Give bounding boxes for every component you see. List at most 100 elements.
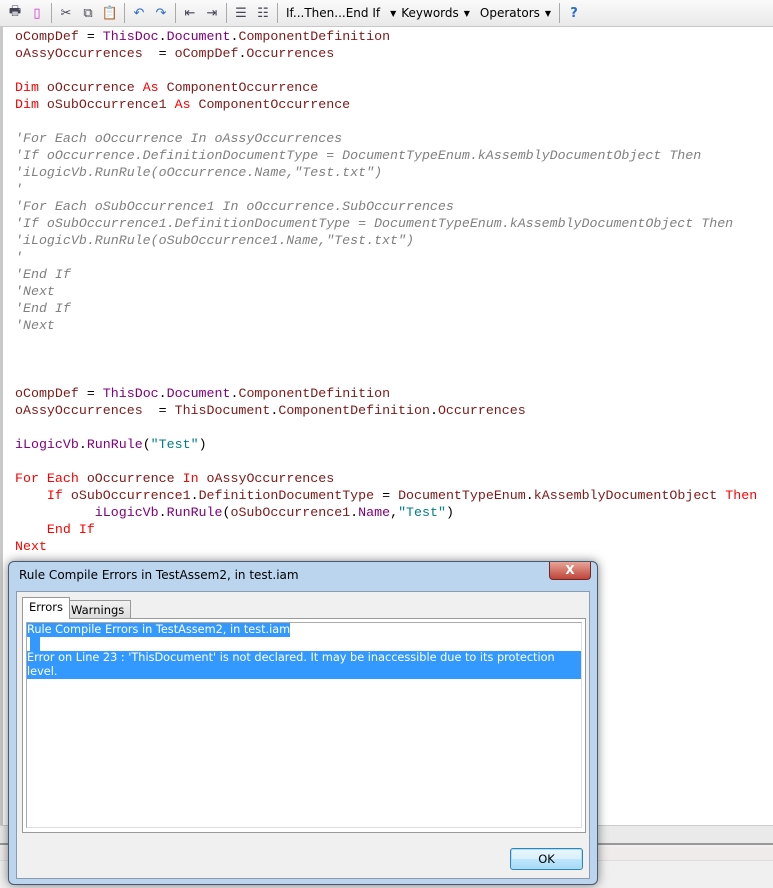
cut-icon[interactable]: ✂ [55,3,77,23]
comment-icon[interactable]: ☰ [230,3,252,23]
errors-panel: Rule Compile Errors in TestAssem2, in te… [22,618,586,833]
code-line[interactable]: 'End If [15,300,757,317]
code-text[interactable]: oCompDef = ThisDoc. Document. ComponentDef… [15,28,757,555]
print-icon[interactable]: 🖶 [4,3,26,23]
code-token: If [46,488,71,503]
toolbar-separator [175,3,176,23]
code-token: , [390,505,399,520]
code-line[interactable]: Dim oOccurrence As ComponentOccurrence [15,79,757,96]
code-line[interactable]: For Each oOccurrence In oAssyOccurrences [15,470,757,487]
tab-warnings[interactable]: Warnings [64,600,132,618]
code-token: Dim [15,80,47,95]
code-token: 'End If [15,267,71,282]
code-token: ComponentDefinition [238,29,391,44]
code-line[interactable] [15,351,757,368]
code-token: ' [15,182,23,197]
code-token: In [182,471,207,486]
code-line[interactable]: 'iLogicVb.RunRule(oOccurrence.Name,"Test… [15,164,757,181]
code-line[interactable]: oAssyOccurrences = ThisDocument.Componen… [15,402,757,419]
code-line[interactable] [15,419,757,436]
ok-button[interactable]: OK [510,848,583,870]
paste-icon[interactable]: 📋 [99,3,121,23]
code-line[interactable] [15,113,757,130]
code-line[interactable]: oCompDef = ThisDoc.Document.ComponentDef… [15,385,757,402]
code-line[interactable]: 'End If [15,266,757,283]
code-token: . [158,386,167,401]
code-token: . [190,488,199,503]
code-line[interactable]: iLogicVb.RunRule(oSubOccurrence1.Name,"T… [15,504,757,521]
indent-icon[interactable]: ⇥ [201,3,223,23]
code-line[interactable]: 'For Each oOccurrence In oAssyOccurrence… [15,130,757,147]
code-token: ComponentOccurrence [198,97,351,112]
code-token: = [142,46,175,61]
code-token: ThisDoc [102,386,159,401]
code-token: End If [46,522,95,537]
if-then-button[interactable]: If...Then...End If [281,3,385,23]
keywords-dropdown[interactable]: ▼ Keywords ▼ [385,3,475,23]
code-line[interactable]: If oSubOccurrence1.DefinitionDocumentTyp… [15,487,757,504]
operators-dropdown[interactable]: Operators ▼ [475,3,556,23]
copy-icon[interactable]: ⧉ [77,3,99,23]
undo-icon[interactable]: ↶ [128,3,150,23]
error-message[interactable]: Rule Compile Errors in TestAssem2, in te… [27,623,291,637]
code-line[interactable]: oAssyOccurrences = oCompDef.Occurrences [15,45,757,62]
code-token: As [174,97,199,112]
error-message[interactable]: Error on Line 23 : 'ThisDocument' is not… [27,651,581,679]
code-token: DefinitionDocumentType [198,488,375,503]
code-line[interactable]: iLogicVb.RunRule("Test") [15,436,757,453]
code-line[interactable] [15,62,757,79]
code-token: 'Next [15,284,55,299]
code-line[interactable]: oCompDef = ThisDoc.Document.ComponentDef… [15,28,757,45]
code-line[interactable]: 'iLogicVb.RunRule(oSubOccurrence1.Name,"… [15,232,757,249]
code-line[interactable]: ' [15,249,757,266]
code-line[interactable]: Dim oSubOccurrence1 As ComponentOccurren… [15,96,757,113]
code-token: Occurrences [246,46,335,61]
code-line[interactable]: End If [15,521,757,538]
code-token: 'Next [15,318,55,333]
code-token: ComponentDefinition [278,403,430,418]
toolbar: 🖶 ▯ ✂ ⧉ 📋 ↶ ↷ ⇤ ⇥ ☰ ☷ If...Then...End If… [0,0,773,27]
code-line[interactable]: ' [15,181,757,198]
code-token: = [78,386,103,401]
code-line[interactable] [15,334,757,351]
uncomment-icon[interactable]: ☷ [252,3,274,23]
code-line[interactable]: 'Next [15,317,757,334]
dialog-body: Errors Warnings Rule Compile Errors in T… [16,591,590,879]
code-token: Document [166,29,231,44]
code-line[interactable]: 'If oOccurrence.DefinitionDocumentType =… [15,147,757,164]
code-token: 'If oOccurrence.DefinitionDocumentType =… [15,148,702,163]
toolbar-separator [226,3,227,23]
code-token: oCompDef [15,386,79,401]
code-token: 'iLogicVb.RunRule(oOccurrence.Name,"Test… [15,165,383,180]
help-icon[interactable]: ? [563,3,585,23]
close-button[interactable]: X [549,562,591,580]
code-token: ' [15,250,23,265]
toolbar-separator [277,3,278,23]
error-message-blank[interactable] [30,637,40,651]
code-token: oCompDef [15,29,79,44]
code-token: oAssyOccurrences [15,46,143,61]
error-list[interactable]: Rule Compile Errors in TestAssem2, in te… [26,622,582,828]
code-token: = [142,403,175,418]
dropdown-arrow-icon: ▼ [463,8,470,18]
code-line[interactable]: Next [15,538,757,555]
compile-errors-dialog: Rule Compile Errors in TestAssem2, in te… [8,561,598,885]
code-token: oOccurrence [46,80,143,95]
code-token: oSubOccurrence1 [46,97,175,112]
keywords-label: Keywords [401,6,459,20]
toolbar-separator [559,3,561,23]
code-token: ( [142,437,151,452]
print-preview-icon[interactable]: ▯ [26,3,48,23]
code-line[interactable]: 'Next [15,283,757,300]
code-line[interactable] [15,368,757,385]
code-token: Then [725,488,758,503]
code-line[interactable]: 'If oSubOccurrence1.DefinitionDocumentTy… [15,215,757,232]
code-token: ThisDocument [174,403,271,418]
redo-icon[interactable]: ↷ [150,3,172,23]
code-line[interactable]: 'For Each oSubOccurrence1 In oOccurrence… [15,198,757,215]
outdent-icon[interactable]: ⇤ [179,3,201,23]
code-line[interactable] [15,453,757,470]
tab-errors[interactable]: Errors [22,597,71,619]
